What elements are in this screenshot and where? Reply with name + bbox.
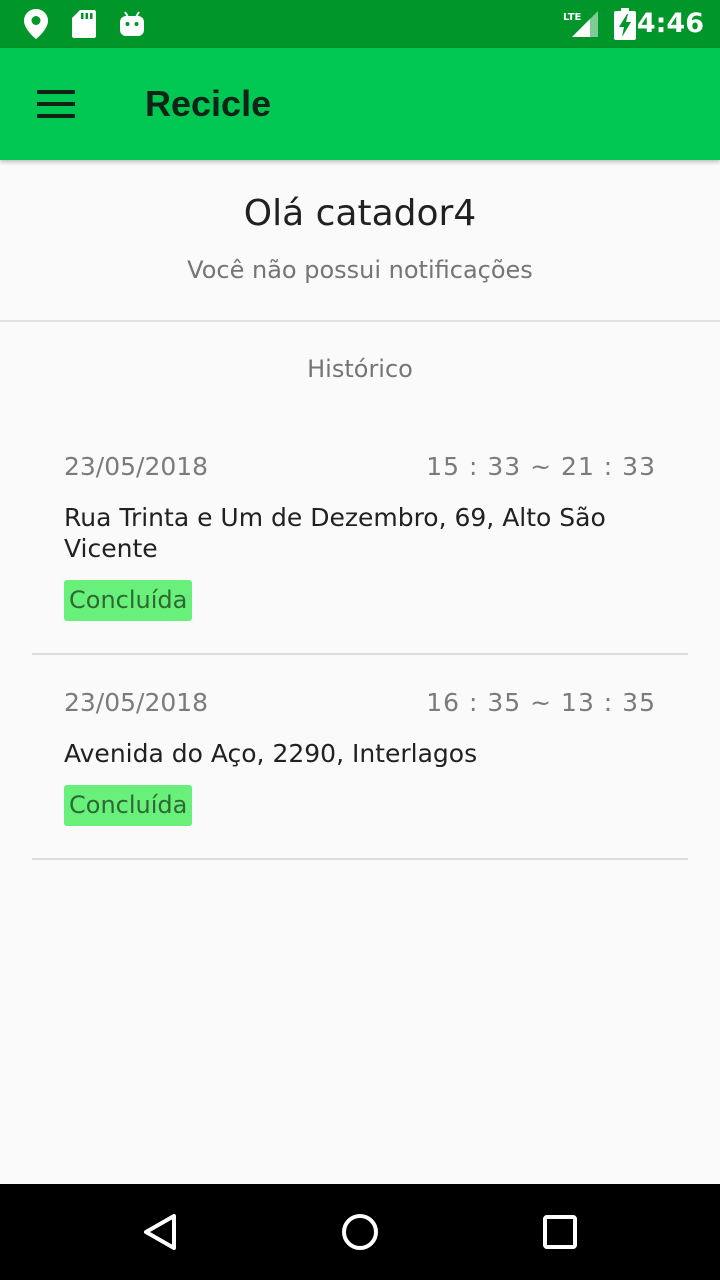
navigation-bar (0, 1184, 720, 1280)
item-divider (32, 653, 688, 655)
lte-signal-icon: LTE (562, 0, 600, 48)
status-badge: Concluída (64, 580, 193, 621)
item-date: 23/05/2018 (64, 452, 209, 481)
home-button[interactable] (312, 1184, 408, 1280)
android-icon (119, 0, 145, 48)
menu-button[interactable] (22, 70, 90, 138)
item-date: 23/05/2018 (64, 688, 209, 717)
battery-charging-icon (614, 0, 636, 48)
recents-icon (543, 1215, 577, 1249)
svg-text:LTE: LTE (563, 12, 582, 23)
history-item[interactable]: 23/05/2018 15 : 33 ~ 21 : 33 Rua Trinta … (32, 452, 688, 655)
item-divider (32, 858, 688, 860)
history-item[interactable]: 23/05/2018 16 : 35 ~ 13 : 35 Avenida do … (32, 688, 688, 860)
header-divider (0, 320, 720, 322)
app-bar: Recicle (0, 48, 720, 160)
recents-button[interactable] (512, 1184, 608, 1280)
sd-card-icon (72, 0, 96, 48)
notifications-status: Você não possui notificações (187, 256, 533, 284)
item-time-range: 16 : 35 ~ 13 : 35 (426, 688, 656, 717)
greeting-text: Olá catador4 (243, 193, 477, 234)
item-time-range: 15 : 33 ~ 21 : 33 (426, 452, 656, 481)
menu-icon (37, 90, 75, 118)
history-title: Histórico (307, 355, 413, 383)
location-icon (24, 0, 48, 48)
status-time: 4:46 (636, 8, 704, 39)
status-badge: Concluída (64, 785, 193, 826)
item-address: Rua Trinta e Um de Dezembro, 69, Alto Sã… (64, 503, 606, 563)
status-bar: LTE 4:46 (0, 0, 720, 48)
back-icon (144, 1214, 176, 1250)
app-title: Recicle (145, 83, 272, 124)
back-button[interactable] (112, 1184, 208, 1280)
item-address: Avenida do Aço, 2290, Interlagos (64, 739, 478, 768)
home-icon (342, 1214, 378, 1250)
